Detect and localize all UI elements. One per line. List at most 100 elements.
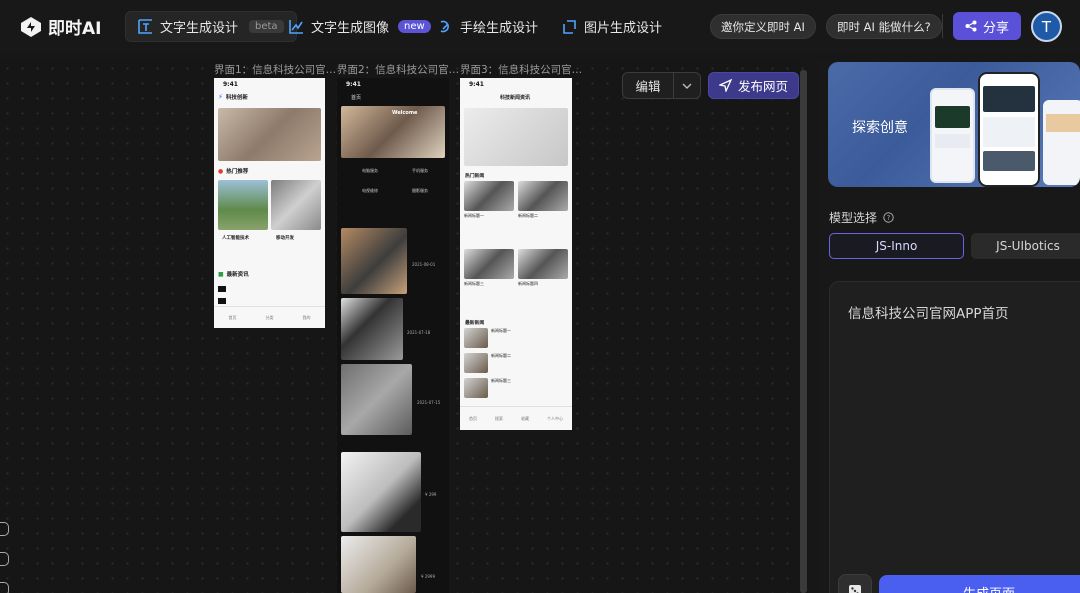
product-image-3 xyxy=(341,364,412,435)
avatar[interactable]: T xyxy=(1031,11,1062,42)
news-card: 新闻标题一 xyxy=(464,181,514,245)
tab-label: 图片生成设计 xyxy=(584,21,663,36)
explore-banner[interactable]: 探索创意 xyxy=(828,62,1080,187)
chart-image-icon xyxy=(289,20,303,34)
prompt-textarea[interactable] xyxy=(829,281,1080,593)
tab-label: 手绘生成设计 xyxy=(460,21,539,36)
nav-item: 分类 xyxy=(265,314,274,320)
latest-item: 新闻标题一 xyxy=(464,328,568,348)
publish-button[interactable]: 发布网页 xyxy=(708,72,799,99)
phone-mock-1 xyxy=(930,88,975,183)
category-grid: 电脑服务 手机服务 电视维修 摄影服务 xyxy=(345,168,445,194)
text-design-icon xyxy=(138,19,152,34)
frame-label-1[interactable]: 界面1：信息科技公司官… xyxy=(214,62,336,77)
svg-text:?: ? xyxy=(887,214,891,222)
status-time: 9:41 xyxy=(469,81,484,88)
generate-page-button[interactable]: 生成页面 xyxy=(879,575,1080,593)
prompt-text: 信息科技公司官网APP首页 xyxy=(848,306,1009,322)
hero-image xyxy=(464,108,568,166)
tab-text-to-design[interactable]: 文字生成设计 beta xyxy=(125,11,297,42)
tab-image-to-design[interactable]: 图片生成设计 xyxy=(550,11,674,42)
card-image-2 xyxy=(271,180,321,230)
what-can-do-button[interactable]: 即时 AI 能做什么? xyxy=(826,14,942,39)
section-news-title: 最新资讯 xyxy=(226,272,249,278)
product-image-2 xyxy=(341,298,403,360)
category-item: 电脑服务 xyxy=(362,168,378,173)
product-date-1: 2021-08-01 xyxy=(412,262,436,267)
fire-icon: ● xyxy=(218,167,224,175)
section-news: ■ 最新资讯 xyxy=(218,270,249,279)
random-prompt-button[interactable] xyxy=(838,574,872,593)
news-icon: ■ xyxy=(218,270,224,278)
latest-item: 新闻标题二 xyxy=(464,353,568,373)
hand-tool-icon[interactable] xyxy=(0,522,9,536)
phone-app-title: 首页 xyxy=(351,95,362,101)
app-logo[interactable]: 即时AI xyxy=(20,14,101,39)
card-title-2: 移动开发 xyxy=(276,236,294,241)
phone-frame-2[interactable]: 9:41 首页 Welcome 电脑服务 手机服务 电视维修 摄影服务 2021… xyxy=(337,78,449,593)
phone-mock-3 xyxy=(1043,100,1080,185)
model-option-js-inno[interactable]: JS-Inno xyxy=(829,233,964,259)
nav-item: 我的 xyxy=(302,314,311,320)
news-card: 新闻标题二 xyxy=(518,181,568,245)
frame-tool-icon[interactable] xyxy=(0,582,9,593)
frame-label-2[interactable]: 界面2：信息科技公司官… xyxy=(337,62,459,77)
category-item: 摄影服务 xyxy=(412,188,428,193)
frame-label-3[interactable]: 界面3：信息科技公司官… xyxy=(460,62,582,77)
phone-frame-3[interactable]: 9:41 科技新闻资讯 热门新闻 新闻标题一 新闻标题二 新闻标题三 新闻标题四… xyxy=(460,78,572,430)
hero-image xyxy=(218,108,321,161)
banner-text: 探索创意 xyxy=(852,120,908,136)
model-option-js-uibotics[interactable]: JS-UIbotics xyxy=(971,233,1080,259)
news-grid: 新闻标题一 新闻标题二 新闻标题三 新闻标题四 xyxy=(464,181,568,307)
tab-label: 文字生成图像 xyxy=(311,21,390,36)
send-icon xyxy=(718,79,732,92)
phone-bottom-nav: 首页 分类 我的 xyxy=(214,306,325,328)
category-item: 手机服务 xyxy=(412,168,428,173)
product-date-2: 2021-07-18 xyxy=(407,330,431,335)
share-icon xyxy=(965,20,977,32)
tab-sketch-to-design[interactable]: 手绘生成设计 xyxy=(426,11,550,42)
edit-dropdown[interactable]: 编辑 xyxy=(622,72,701,99)
latest-list: 新闻标题一 新闻标题二 新闻标题三 xyxy=(464,328,568,398)
sketch-icon xyxy=(440,20,449,33)
bolt-icon: ⚡ xyxy=(218,93,223,101)
card-title-1: 人工智能技术 xyxy=(222,236,249,241)
share-button[interactable]: 分享 xyxy=(953,12,1021,40)
latest-item: 新闻标题三 xyxy=(464,378,568,398)
help-icon[interactable]: ? xyxy=(883,212,894,223)
phone-frame-1[interactable]: 9:41 ⚡ 科技创新 ● 热门推荐 人工智能技术 移动开发 ■ 最新资讯 首页… xyxy=(214,78,325,328)
chevron-down-icon[interactable] xyxy=(674,73,700,98)
phone-header: ⚡ 科技创新 xyxy=(218,93,248,101)
model-label-text: 模型选择 xyxy=(829,211,878,225)
section-hot: ● 热门推荐 xyxy=(218,167,248,176)
logo-icon xyxy=(21,16,41,37)
phone-app-title: 科技新闻资讯 xyxy=(500,95,531,101)
status-time: 9:41 xyxy=(346,81,361,88)
phone-bottom-nav: 首页 搜索 收藏 个人中心 xyxy=(460,406,572,430)
nav-item: 首页 xyxy=(469,415,477,421)
nav-item: 个人中心 xyxy=(547,415,563,421)
product-image-5 xyxy=(341,536,416,593)
phone-mock-2 xyxy=(978,72,1040,187)
share-label: 分享 xyxy=(982,20,1009,36)
tab-label: 文字生成设计 xyxy=(160,21,239,36)
dice-icon xyxy=(849,585,861,593)
product-date-3: 2021-07-15 xyxy=(417,400,441,405)
card-image-1 xyxy=(218,180,268,230)
section-hot-title: 热门新闻 xyxy=(465,174,485,179)
news-thumb xyxy=(218,286,226,292)
product-image-4 xyxy=(341,452,421,532)
target-tool-icon[interactable] xyxy=(0,552,9,566)
invite-button[interactable]: 邀你定义即时 AI xyxy=(710,14,816,39)
product-price-1: ¥ 299 xyxy=(425,492,437,497)
model-select-label: 模型选择 ? xyxy=(829,209,894,226)
edit-button[interactable]: 编辑 xyxy=(623,73,674,98)
nav-item: 首页 xyxy=(228,314,237,320)
news-card: 新闻标题三 xyxy=(464,249,514,307)
news-card: 新闻标题四 xyxy=(518,249,568,307)
canvas-scrollbar[interactable] xyxy=(800,70,807,593)
nav-item: 收藏 xyxy=(521,415,529,421)
tab-text-to-image[interactable]: 文字生成图像 new xyxy=(277,11,443,42)
publish-label: 发布网页 xyxy=(737,79,788,94)
divider xyxy=(942,14,943,38)
